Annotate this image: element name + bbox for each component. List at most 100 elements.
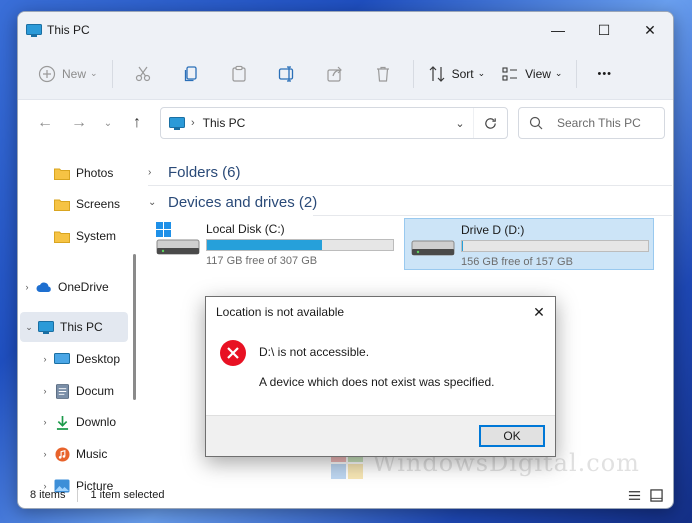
- sidebar-item-label: Music: [76, 447, 108, 461]
- group-divider: [313, 215, 672, 216]
- error-icon: [220, 340, 246, 366]
- expand-chevron-icon[interactable]: ›: [36, 449, 54, 459]
- trash-icon: [376, 66, 389, 82]
- scrollbar-thumb[interactable]: [133, 254, 136, 400]
- expand-chevron-icon[interactable]: ›: [148, 167, 162, 178]
- address-row: ← → ⌄ ↑ › This PC ⌄ Search This PC: [18, 100, 673, 146]
- selection-count: 1 item selected: [90, 489, 165, 501]
- arrow-up-icon: ↑: [133, 114, 141, 131]
- delete-button[interactable]: [359, 58, 407, 90]
- collapse-chevron-icon[interactable]: ⌄: [20, 322, 38, 333]
- sidebar-item-screenshots[interactable]: Screens: [18, 189, 130, 219]
- forward-button[interactable]: →: [62, 108, 96, 138]
- chevron-down-icon: ⌄: [477, 68, 486, 78]
- drive-usage-bar: [461, 240, 649, 252]
- view-icon: [502, 66, 518, 81]
- more-icon: •••: [597, 67, 613, 80]
- sidebar-item-label: Docum: [76, 384, 115, 398]
- drive-usage-fill: [462, 241, 464, 251]
- address-history-chevron-icon[interactable]: ⌄: [447, 117, 473, 130]
- windows-drive-icon: [156, 222, 200, 262]
- view-label: View: [525, 66, 551, 81]
- sidebar-item-label: Screens: [76, 197, 121, 211]
- close-button[interactable]: ✕: [627, 12, 673, 48]
- new-button[interactable]: New ⌄: [30, 58, 106, 90]
- devices-group-label: Devices and drives (2): [168, 194, 318, 211]
- drive-icon: [411, 223, 455, 263]
- item-count: 8 items: [30, 489, 66, 501]
- rename-icon: [278, 65, 293, 82]
- dialog-body: D:\ is not accessible. A device which do…: [206, 327, 555, 416]
- tiles-view-button[interactable]: [649, 488, 663, 502]
- folders-group-label: Folders (6): [168, 164, 241, 181]
- navigation-scrollbar[interactable]: [130, 146, 138, 482]
- back-button[interactable]: ←: [28, 108, 62, 138]
- search-icon: [529, 116, 543, 130]
- breadcrumb-this-pc[interactable]: This PC: [203, 116, 246, 130]
- music-icon: [54, 446, 70, 462]
- sidebar-item-music[interactable]: › Music: [18, 439, 130, 469]
- dialog-close-button[interactable]: ✕: [523, 297, 555, 327]
- sidebar-item-photos[interactable]: Photos: [18, 158, 130, 188]
- cut-button[interactable]: [119, 58, 167, 90]
- address-bar[interactable]: › This PC ⌄: [160, 107, 508, 139]
- sidebar-item-desktop[interactable]: › Desktop: [18, 344, 130, 374]
- error-dialog: Location is not available ✕ D:\ is not a…: [205, 296, 556, 457]
- dialog-title: Location is not available: [216, 305, 345, 319]
- view-button[interactable]: View ⌄: [493, 58, 570, 90]
- see-more-button[interactable]: •••: [583, 58, 626, 90]
- arrow-right-icon: →: [71, 114, 87, 131]
- minimize-button[interactable]: —: [535, 12, 581, 48]
- group-divider: [148, 185, 672, 186]
- expand-chevron-icon[interactable]: ›: [36, 417, 54, 427]
- sidebar-item-this-pc[interactable]: ⌄ This PC: [20, 312, 128, 342]
- drive-usage-fill: [207, 240, 323, 250]
- copy-icon: [184, 65, 197, 81]
- maximize-button[interactable]: ☐: [581, 12, 627, 48]
- window-title: This PC: [47, 23, 90, 37]
- expand-chevron-icon[interactable]: ›: [36, 386, 54, 396]
- paste-button[interactable]: [215, 58, 263, 90]
- arrow-left-icon: ←: [37, 114, 53, 131]
- drive-free-space: 117 GB free of 307 GB: [206, 255, 318, 267]
- details-view-button[interactable]: [627, 488, 641, 502]
- collapse-chevron-icon[interactable]: ⌄: [148, 197, 162, 208]
- up-button[interactable]: ↑: [120, 108, 154, 138]
- title-bar[interactable]: This PC — ☐ ✕: [18, 12, 673, 48]
- scissors-icon: [135, 66, 150, 81]
- refresh-icon: [485, 117, 496, 129]
- ok-button[interactable]: OK: [479, 425, 545, 447]
- folders-group-header[interactable]: › Folders (6): [148, 164, 241, 181]
- list-view-icon: [628, 490, 640, 500]
- desktop-icon: [54, 352, 70, 366]
- drive-free-space: 156 GB free of 157 GB: [461, 256, 573, 268]
- devices-group-header[interactable]: ⌄ Devices and drives (2): [148, 194, 317, 211]
- clipboard-icon: [231, 65, 246, 82]
- chevron-down-icon: ⌄: [554, 68, 563, 78]
- drive-c[interactable]: Local Disk (C:) 117 GB free of 307 GB: [150, 218, 400, 270]
- sidebar-item-onedrive[interactable]: › OneDrive: [18, 272, 130, 302]
- search-input[interactable]: Search This PC: [518, 107, 665, 139]
- share-button[interactable]: [311, 58, 359, 90]
- plus-circle-icon: [38, 65, 56, 82]
- drive-usage-bar: [206, 239, 394, 251]
- sidebar-item-downloads[interactable]: › Downlo: [18, 407, 130, 437]
- rename-button[interactable]: [263, 58, 311, 90]
- drive-d[interactable]: Drive D (D:) 156 GB free of 157 GB: [404, 218, 654, 270]
- expand-chevron-icon[interactable]: ›: [18, 282, 36, 292]
- sidebar-item-system[interactable]: System: [18, 221, 130, 251]
- document-icon: [54, 383, 70, 399]
- refresh-button[interactable]: [473, 108, 507, 138]
- navigation-pane[interactable]: Photos Screens System › OneDrive ⌄ This …: [18, 146, 130, 493]
- copy-button[interactable]: [167, 58, 215, 90]
- dialog-title-bar[interactable]: Location is not available ✕: [206, 297, 555, 327]
- breadcrumb-chevron-icon[interactable]: ›: [191, 117, 195, 129]
- this-pc-icon: [38, 320, 54, 334]
- sort-label: Sort: [451, 66, 474, 81]
- sort-button[interactable]: Sort ⌄: [420, 58, 494, 90]
- expand-chevron-icon[interactable]: ›: [36, 354, 54, 364]
- recent-locations-button[interactable]: ⌄: [96, 108, 120, 138]
- sort-icon: [429, 65, 444, 82]
- sidebar-item-documents[interactable]: › Docum: [18, 376, 130, 406]
- folder-icon: [54, 166, 70, 180]
